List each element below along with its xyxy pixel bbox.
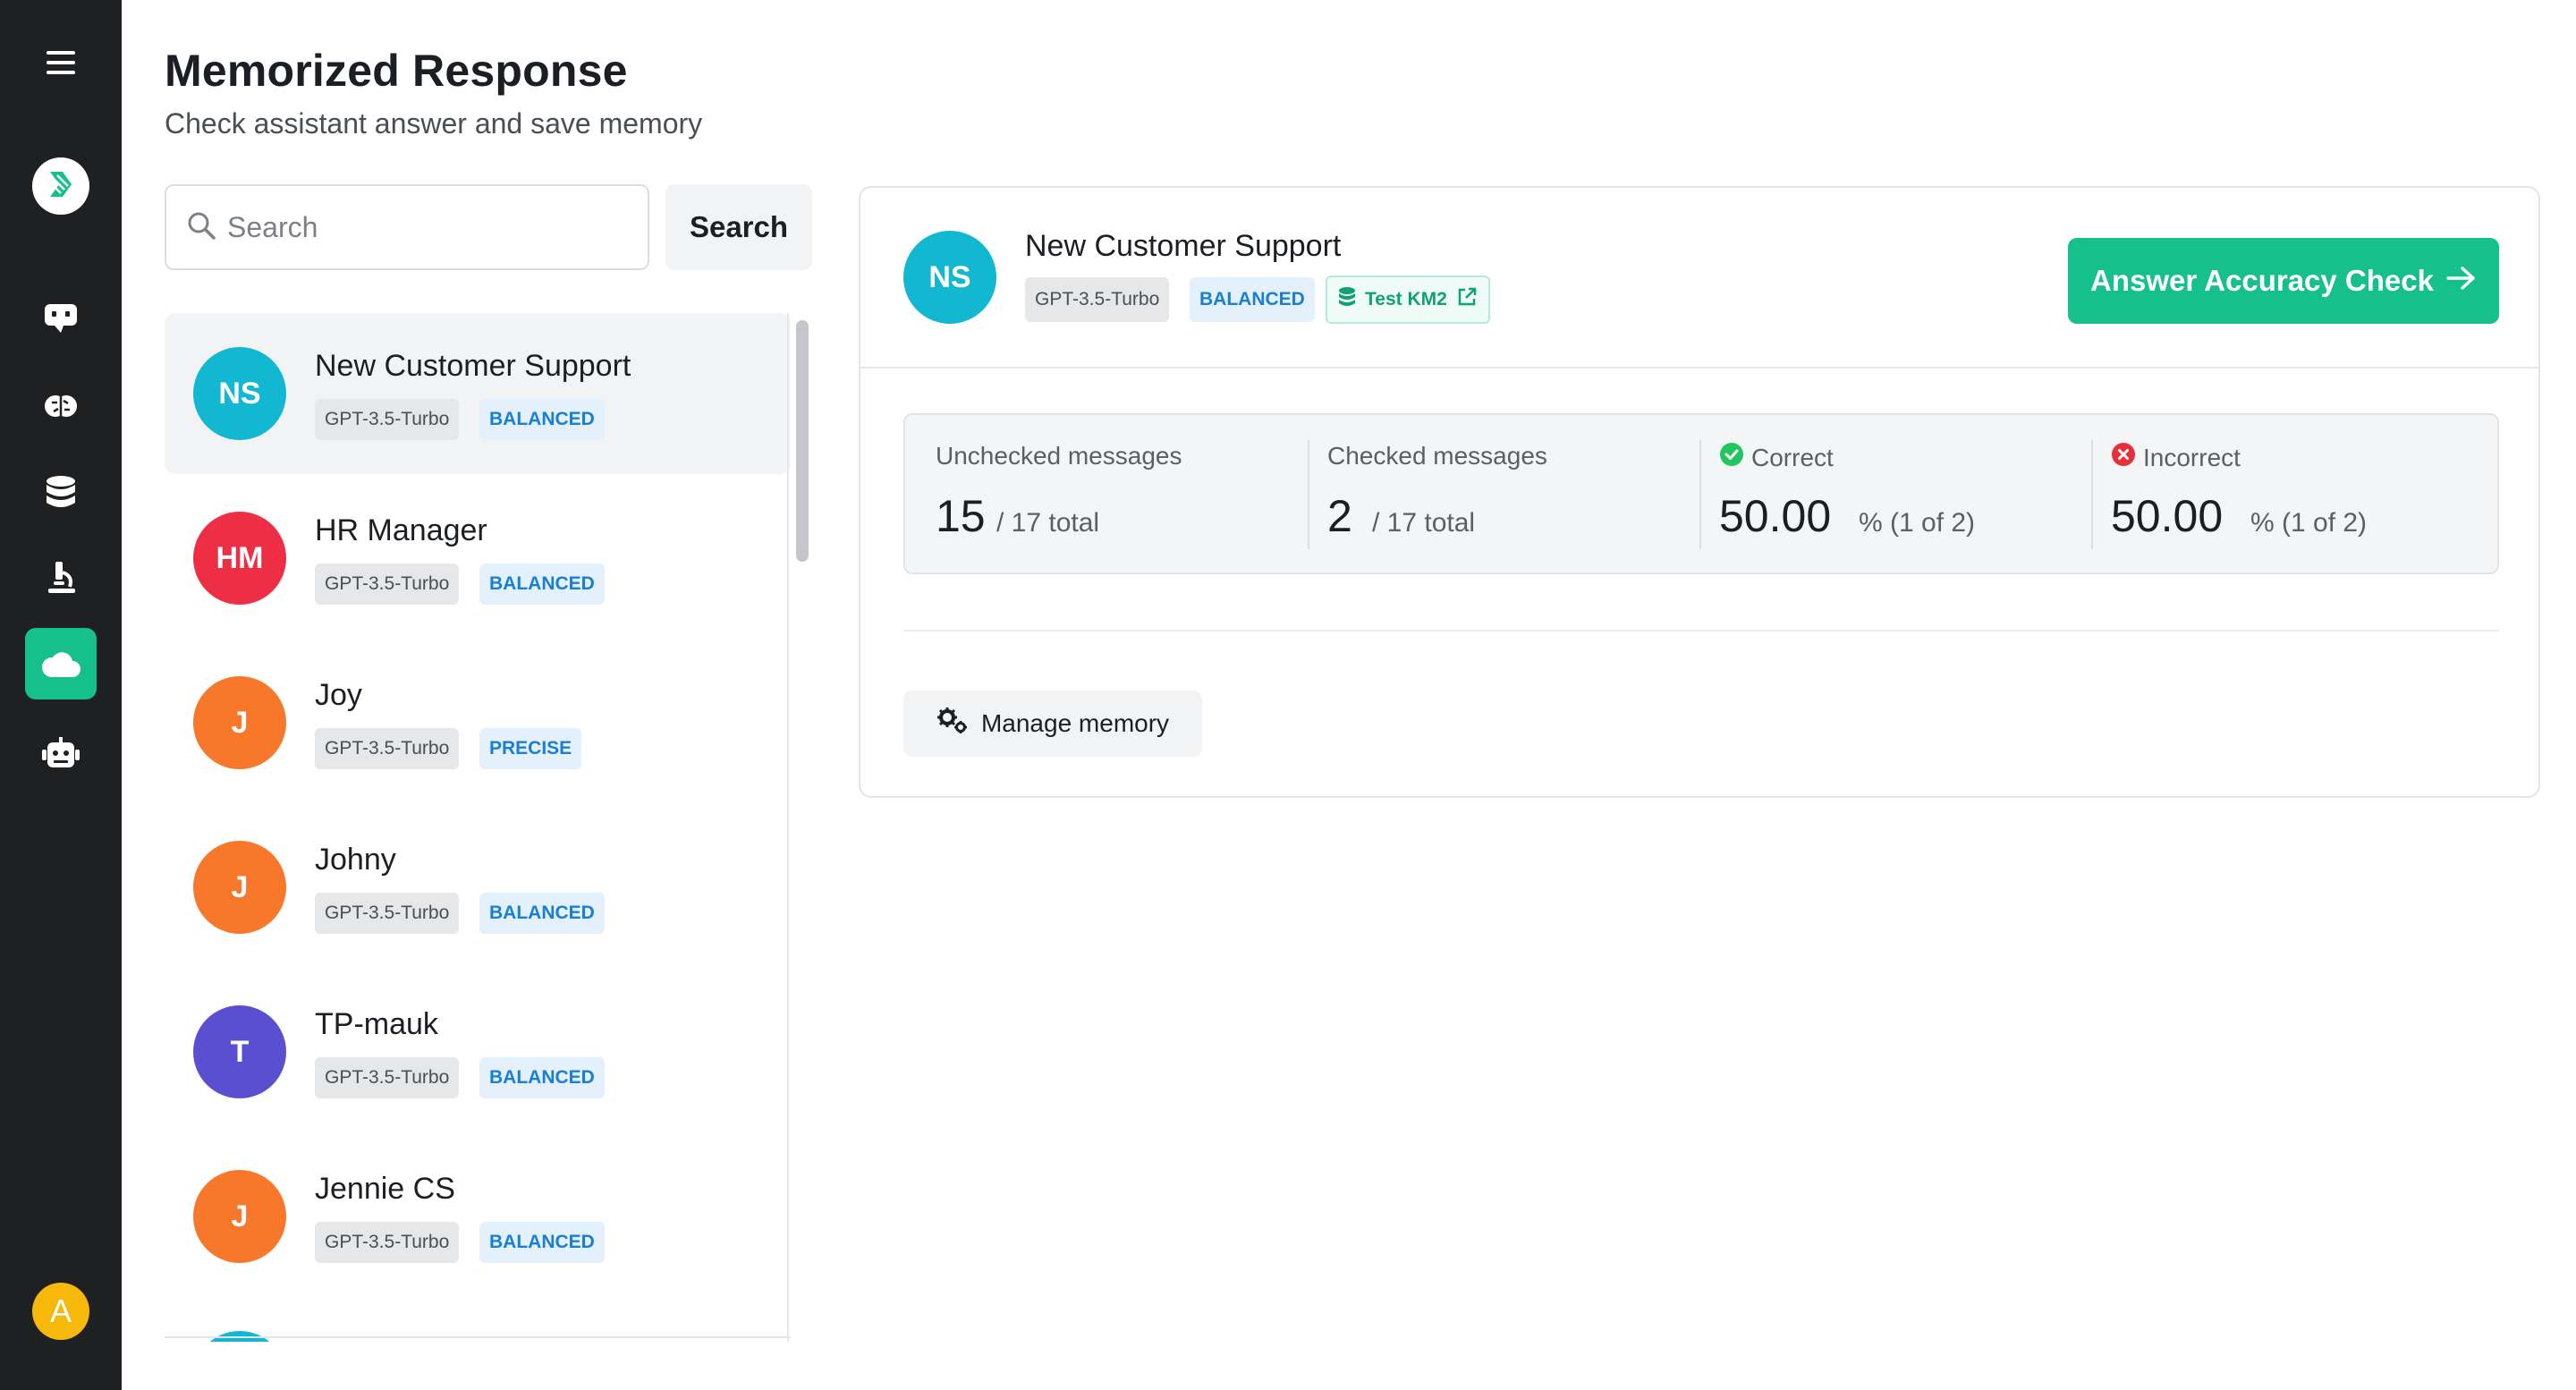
stat-unchecked: Unchecked messages 15 / 17 total (905, 415, 1299, 572)
model-tag: GPT-3.5-Turbo (315, 728, 460, 769)
database-icon (45, 474, 77, 510)
model-tag: GPT-3.5-Turbo (315, 893, 460, 934)
assistant-avatar: J (193, 841, 286, 934)
assistant-list-item[interactable]: J Jennie CS GPT-3.5-Turbo BALANCED (165, 1136, 791, 1297)
sidebar-item-lab[interactable] (25, 542, 97, 614)
mode-tag: PRECISE (479, 728, 582, 769)
assistant-list-item[interactable]: NS New Customer Support GPT-3.5-Turbo BA… (165, 313, 791, 474)
knowledge-tag[interactable]: Test KM2 (1326, 275, 1490, 324)
sidebar-item-brain[interactable] (25, 370, 97, 442)
list-scrollbar-thumb[interactable] (796, 320, 809, 562)
cloud-icon (40, 648, 81, 679)
sidebar-item-database[interactable] (25, 456, 97, 528)
menu-button[interactable] (25, 27, 97, 98)
detail-mode-tag: BALANCED (1190, 277, 1315, 322)
stat-checked: Checked messages 2 / 17 total (1297, 415, 1690, 572)
page-subtitle: Check assistant answer and save memory (165, 107, 703, 140)
assistant-list: NS New Customer Support GPT-3.5-Turbo BA… (165, 313, 810, 1342)
assistant-avatar: T (193, 1005, 286, 1098)
stat-suffix: / 17 total (1372, 508, 1476, 538)
x-circle-icon (2111, 442, 2136, 473)
model-tag: GPT-3.5-Turbo (315, 1222, 460, 1263)
app-logo[interactable] (32, 157, 89, 215)
stat-value: 50.00 (2111, 491, 2224, 541)
user-avatar[interactable]: A (32, 1283, 89, 1340)
stat-incorrect: Incorrect 50.00 % (1 of 2) (2080, 415, 2474, 572)
card-divider (903, 630, 2499, 631)
robot-icon (41, 735, 80, 771)
stat-label: Incorrect (2143, 443, 2241, 471)
external-link-icon (1456, 286, 1478, 313)
sidebar-item-chat[interactable] (25, 283, 97, 354)
mode-tag: BALANCED (479, 564, 605, 605)
search-input[interactable] (225, 209, 623, 245)
database-icon (1338, 286, 1356, 313)
detail-name: New Customer Support (1025, 229, 1342, 263)
microscope-icon (43, 560, 79, 596)
assistant-avatar: NS (193, 347, 286, 440)
assistant-avatar: HM (193, 512, 286, 605)
stat-correct: Correct 50.00 % (1 of 2) (1689, 415, 2082, 572)
stat-label: Correct (1751, 443, 1834, 471)
mode-tag: BALANCED (479, 399, 605, 440)
arrow-right-icon (2446, 264, 2477, 298)
accuracy-button-label: Answer Accuracy Check (2090, 264, 2434, 297)
search-box (165, 184, 649, 270)
stat-label-wrap: Correct (1719, 442, 1834, 473)
mode-tag: BALANCED (479, 893, 605, 934)
stat-suffix: / 17 total (996, 508, 1100, 538)
model-tag: GPT-3.5-Turbo (315, 564, 460, 605)
stat-label-wrap: Incorrect (2111, 442, 2241, 473)
logo-icon (43, 166, 79, 207)
stat-value: 50.00 (1719, 491, 1832, 541)
stats-summary: Unchecked messages 15 / 17 total Checked… (903, 413, 2499, 574)
mode-tag: BALANCED (479, 1222, 605, 1263)
menu-icon (45, 49, 77, 76)
assistant-name: New Customer Support (315, 349, 631, 383)
stat-value: 2 (1327, 491, 1352, 541)
assistant-name: TP-mauk (315, 1007, 438, 1041)
mode-tag: BALANCED (479, 1057, 605, 1098)
assistant-name: HR Manager (315, 513, 487, 547)
assistant-detail-card: NS New Customer Support GPT-3.5-Turbo BA… (859, 186, 2540, 798)
stat-value: 15 (936, 491, 986, 541)
check-circle-icon (1719, 442, 1744, 473)
brain-icon (43, 388, 79, 424)
assistant-list-item[interactable]: J Johny GPT-3.5-Turbo BALANCED (165, 807, 791, 968)
page-title: Memorized Response (165, 46, 628, 96)
sidebar: A (0, 0, 122, 1390)
gears-icon (936, 707, 969, 742)
assistant-list-item[interactable]: HM HR Manager GPT-3.5-Turbo BALANCED (165, 478, 791, 639)
search-button[interactable]: Search (665, 184, 812, 270)
stat-label: Unchecked messages (936, 442, 1182, 470)
manage-memory-button[interactable]: Manage memory (903, 691, 1202, 757)
card-divider (860, 367, 2538, 369)
assistant-avatar: J (193, 676, 286, 769)
list-divider (165, 1336, 791, 1338)
user-initial: A (49, 1293, 72, 1329)
stat-label: Checked messages (1327, 442, 1547, 470)
chat-icon (42, 301, 80, 336)
assistant-list-item[interactable]: J Joy GPT-3.5-Turbo PRECISE (165, 642, 791, 803)
detail-model-tag: GPT-3.5-Turbo (1025, 277, 1170, 322)
model-tag: GPT-3.5-Turbo (315, 399, 460, 440)
answer-accuracy-check-button[interactable]: Answer Accuracy Check (2068, 238, 2499, 324)
model-tag: GPT-3.5-Turbo (315, 1057, 460, 1098)
stat-suffix: % (1 of 2) (2250, 508, 2368, 538)
assistant-name: Joy (315, 678, 362, 712)
search-icon (186, 210, 216, 245)
manage-memory-label: Manage memory (980, 709, 1170, 737)
assistant-avatar: J (193, 1170, 286, 1263)
sidebar-item-cloud[interactable] (25, 628, 97, 699)
assistant-name: Johny (315, 843, 396, 877)
stat-suffix: % (1 of 2) (1859, 508, 1976, 538)
detail-avatar: NS (903, 231, 996, 324)
knowledge-name: Test KM2 (1365, 289, 1447, 309)
assistant-list-item[interactable]: T TP-mauk GPT-3.5-Turbo BALANCED (165, 971, 791, 1132)
sidebar-item-robot[interactable] (25, 717, 97, 789)
assistant-name: Jennie CS (315, 1172, 455, 1206)
